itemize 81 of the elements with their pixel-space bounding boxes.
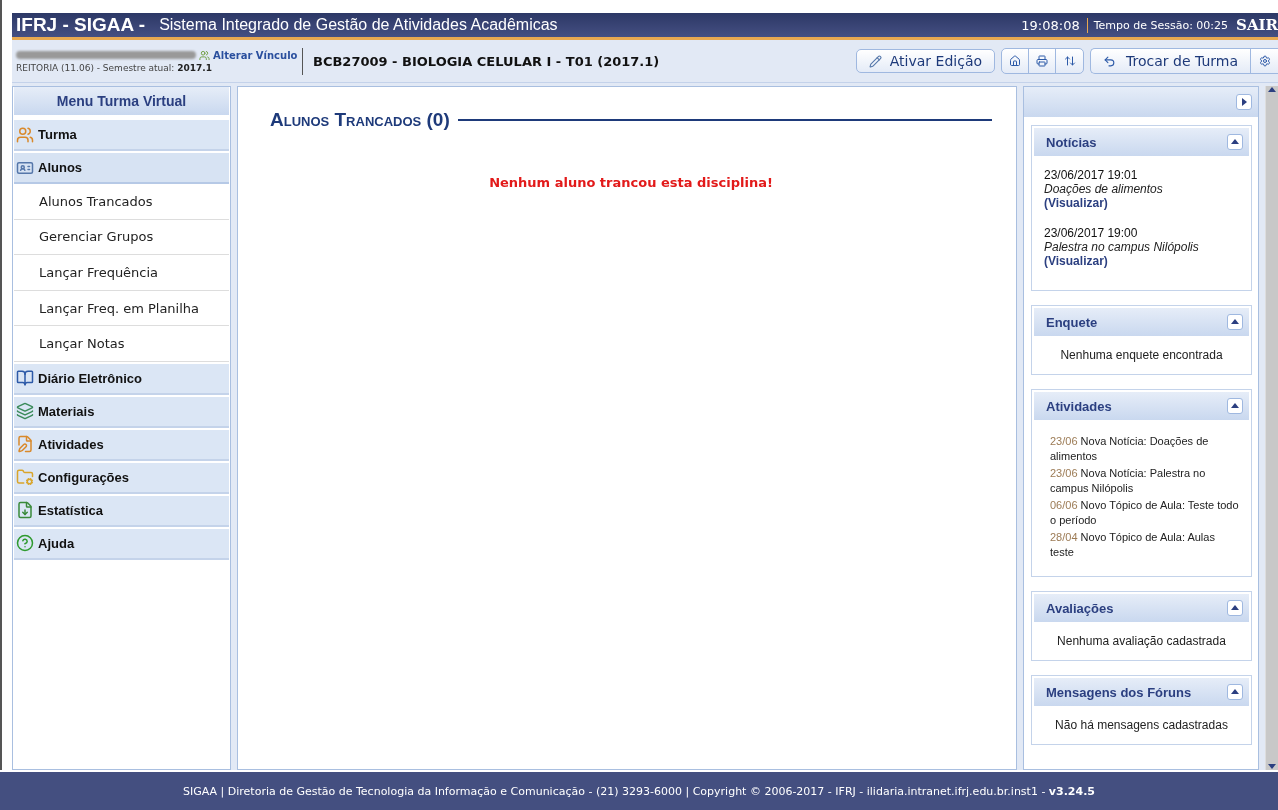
- menu-section-label: Turma: [38, 127, 77, 142]
- menu-section[interactable]: Turma: [14, 118, 229, 151]
- caret-up-icon: [1231, 318, 1239, 326]
- folder-icon: [16, 468, 34, 487]
- panel-title: Atividades: [1046, 398, 1112, 414]
- settings-icon: [1258, 55, 1271, 67]
- menu-section[interactable]: Diário Eletrônico: [14, 361, 229, 395]
- menu-section[interactable]: Estatística: [14, 493, 229, 527]
- view-link[interactable]: (Visualizar): [1044, 254, 1239, 268]
- panel-title: Notícias: [1046, 134, 1097, 150]
- panel-message: Não há mensagens cadastradas: [1054, 717, 1229, 734]
- activity-item: 23/06 Nova Notícia: Doações de alimentos: [1050, 434, 1210, 464]
- page-heading: Alunos Trancados (0): [270, 109, 450, 131]
- collapse-panel-button[interactable]: [1227, 134, 1243, 150]
- session-time: Tempo de Sessão: 00:25: [1092, 18, 1230, 32]
- news-date: 23/06/2017 19:00: [1044, 226, 1139, 240]
- document-edit-icon: [16, 435, 34, 454]
- home-icon: [1009, 55, 1022, 67]
- menu-section[interactable]: Atividades: [14, 427, 229, 461]
- collapse-sidebar-button[interactable]: [1236, 94, 1252, 110]
- caret-right-icon: [1240, 98, 1248, 106]
- activity-item: 23/06 Nova Notícia: Palestra no campus Nilópolis: [1050, 466, 1207, 496]
- collapse-panel-button[interactable]: [1227, 314, 1243, 330]
- menu-section-label: Diário Eletrônico: [38, 370, 143, 386]
- panel-message: Nenhuma enquete encontrada: [1059, 347, 1224, 364]
- activity-item: 06/06 Novo Tópico de Aula: Teste todo o período: [1050, 498, 1239, 528]
- pencil-icon: [868, 54, 882, 68]
- books-icon: [16, 402, 34, 421]
- menu-section-label: Alunos: [38, 160, 83, 175]
- scrollbar[interactable]: [1265, 86, 1278, 770]
- collapse-panel-button[interactable]: [1227, 398, 1243, 414]
- caret-up-icon: [1231, 138, 1239, 146]
- app-title: IFRJ - SIGAA -: [16, 14, 146, 36]
- menu-item[interactable]: Gerenciar Grupos: [14, 219, 229, 256]
- menu-section-label: Configurações: [38, 469, 129, 485]
- help-icon: [16, 534, 34, 553]
- book-icon: [16, 369, 34, 388]
- people-icon: [199, 49, 210, 61]
- menu-section[interactable]: Configurações: [14, 460, 229, 494]
- menu-section-label: Materiais: [38, 403, 95, 419]
- caret-up-icon: [1231, 604, 1239, 612]
- collapse-panel-button[interactable]: [1227, 600, 1243, 616]
- menu-item[interactable]: Lançar Freq. em Planilha: [14, 290, 229, 327]
- empty-message: Nenhum aluno trancou esta disciplina!: [488, 175, 774, 190]
- scroll-up-icon: [1268, 86, 1276, 94]
- caret-up-icon: [1231, 688, 1239, 696]
- undo-arrow-icon: [1103, 54, 1117, 68]
- app-subtitle: Sistema Integrado de Gestão de Atividades Acadêmicas: [159, 16, 559, 34]
- view-link[interactable]: (Visualizar): [1044, 196, 1239, 210]
- menu-item[interactable]: Lançar Notas: [14, 326, 229, 362]
- menu-section[interactable]: Ajuda: [14, 526, 229, 560]
- panel-title: Mensagens dos Fóruns: [1046, 684, 1192, 700]
- collapse-panel-button[interactable]: [1227, 684, 1243, 700]
- people-icon: [16, 125, 34, 144]
- caret-up-icon: [1231, 402, 1239, 410]
- logout-link[interactable]: SAIR: [1236, 16, 1278, 34]
- change-link[interactable]: Alterar Vínculo: [213, 49, 298, 61]
- news-date: 23/06/2017 19:01: [1044, 168, 1139, 182]
- menu-section[interactable]: Materiais: [14, 394, 229, 428]
- clock: 19:08:08: [1021, 17, 1088, 33]
- document-download-icon: [16, 501, 34, 520]
- menu-section-label: Ajuda: [38, 535, 75, 551]
- menu-title: Menu Turma Virtual: [14, 87, 229, 115]
- menu-section-label: Atividades: [38, 436, 104, 452]
- footer-text: SIGAA | Diretoria de Gestão de Tecnologia da Informação e Comunicação - (21) 3293-6000 | Copyright © 2006-2017 - IFRJ - ilidaria.intranet.ifrj.edu.br.inst1 - v3.24.5: [182, 784, 1095, 798]
- activity-item: 28/04 Novo Tópico de Aula: Aulas teste: [1050, 530, 1216, 560]
- panel-message: Nenhuma avaliação cadastrada: [1056, 633, 1227, 650]
- menu-section-label: Estatística: [38, 502, 104, 518]
- printer-icon: [1036, 55, 1049, 67]
- switch-class-button[interactable]: Trocar de Turma: [1091, 49, 1251, 73]
- news-title: Doações de alimentos: [1044, 182, 1164, 196]
- edit-button[interactable]: Ativar Edição: [855, 49, 996, 73]
- up-down-arrow-icon: [1063, 55, 1076, 67]
- course-title: BCB27009 - BIOLOGIA CELULAR I - T01 (2017.1): [312, 53, 661, 69]
- unit-semester: REITORIA (11.06) - Semestre atual: 2017.1: [16, 62, 213, 73]
- panel-title: Enquete: [1046, 314, 1098, 330]
- menu-section[interactable]: Alunos: [14, 151, 229, 184]
- menu-item[interactable]: Lançar Frequência: [14, 255, 229, 291]
- panel-title: Avaliações: [1046, 600, 1114, 616]
- news-title: Palestra no campus Nilópolis: [1044, 240, 1200, 254]
- menu-item[interactable]: Alunos Trancados: [14, 184, 229, 220]
